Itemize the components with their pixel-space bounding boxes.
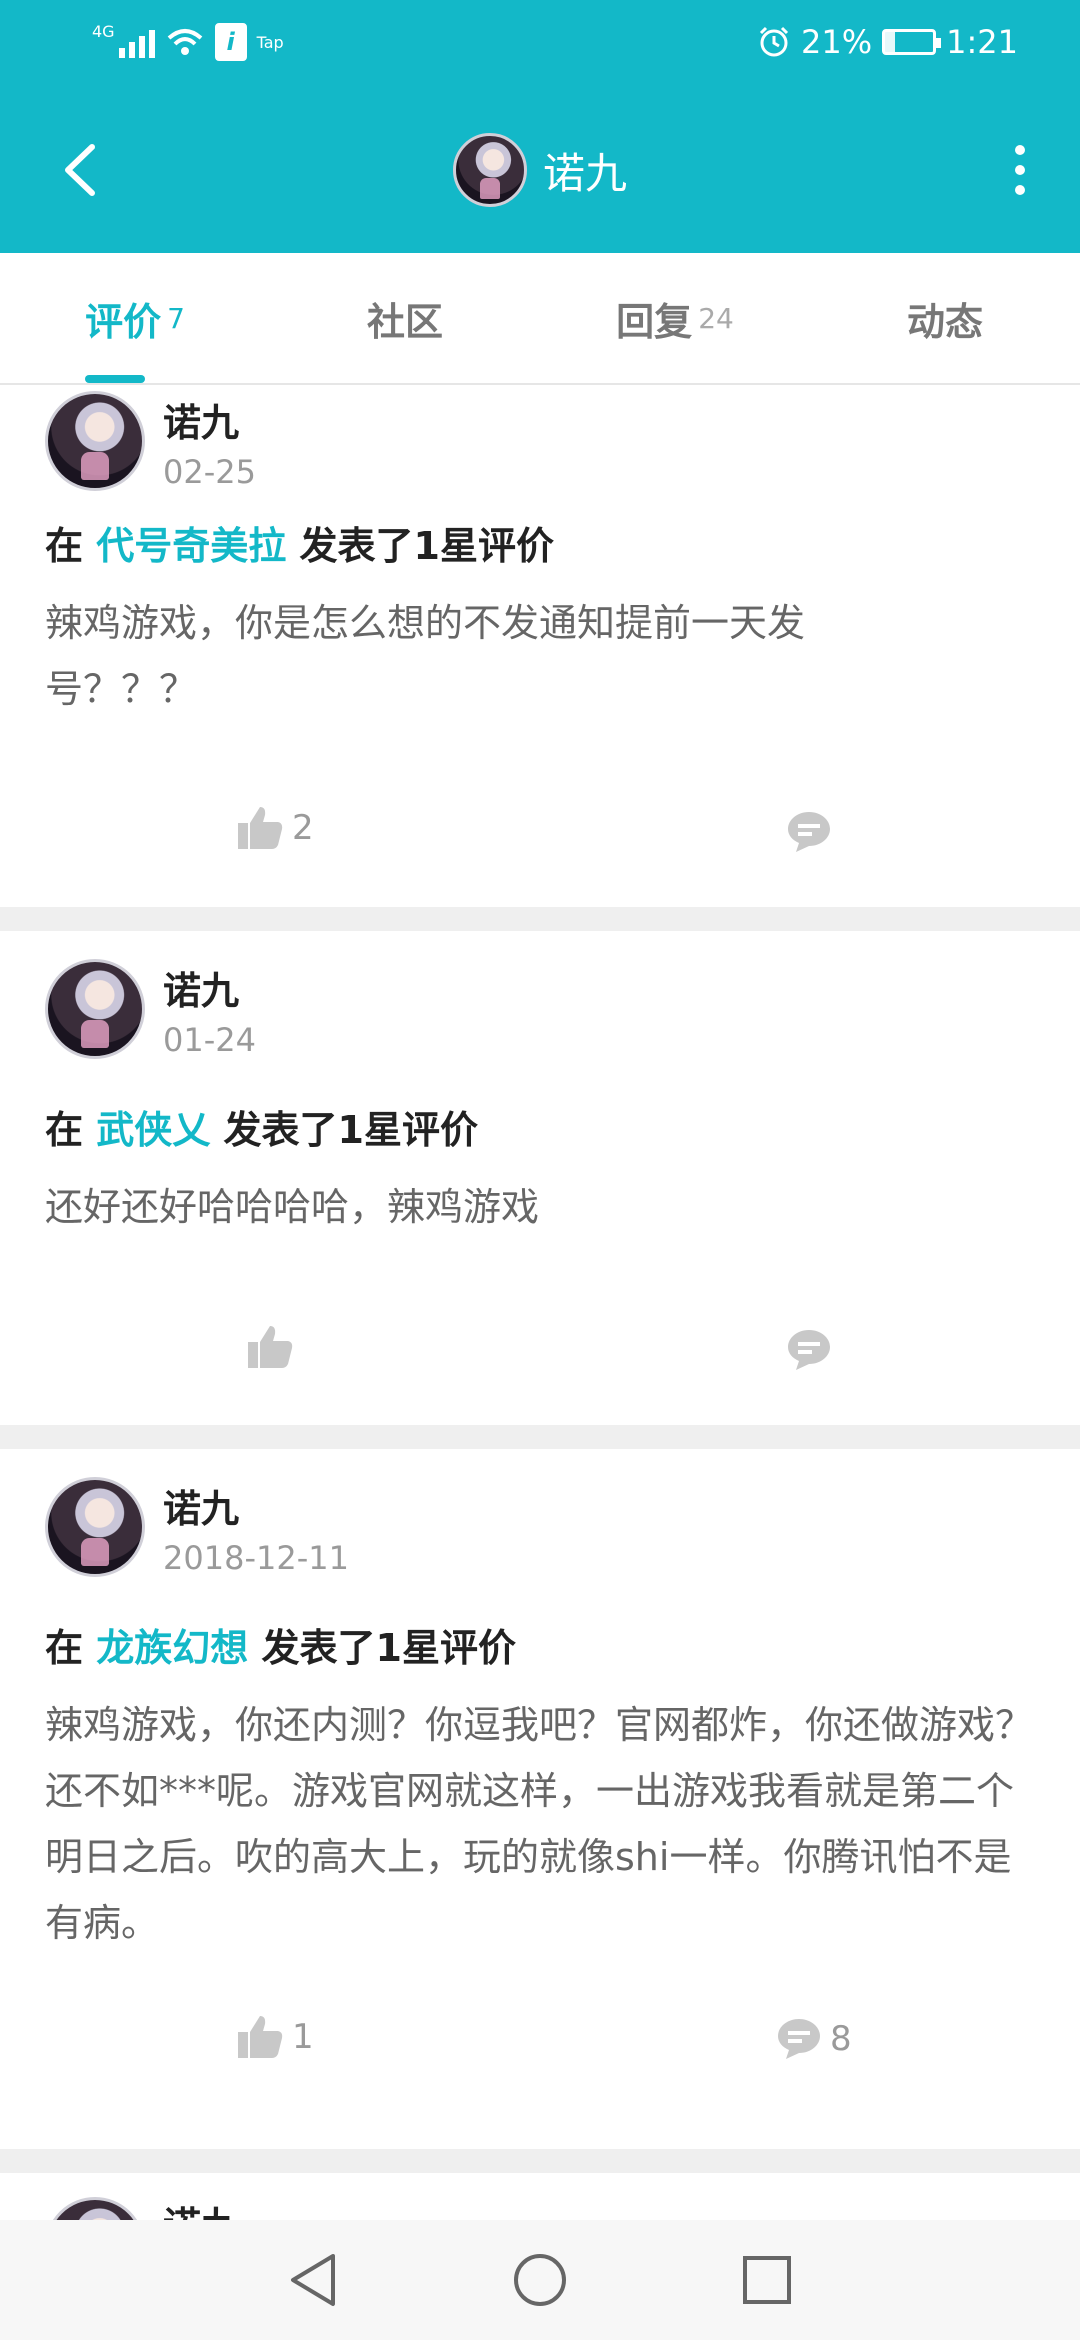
headline-suffix: 发表了1星评价 bbox=[299, 524, 554, 568]
headline-prefix: 在 bbox=[45, 1108, 84, 1152]
card-divider bbox=[0, 2149, 1080, 2173]
card-divider bbox=[0, 1425, 1080, 1449]
user-meta: 诺九 02-25 bbox=[163, 392, 256, 491]
user-avatar[interactable] bbox=[45, 391, 145, 491]
tab-label: 回复 bbox=[616, 299, 693, 344]
tab-count: 7 bbox=[167, 301, 185, 335]
comment-bubble-icon bbox=[788, 812, 830, 852]
square-recent-icon[interactable] bbox=[739, 2252, 795, 2308]
user-meta: 诺九 2018-12-11 bbox=[163, 1478, 349, 1577]
like-button[interactable]: 2 bbox=[236, 805, 314, 851]
thumbs-up-icon bbox=[238, 2016, 283, 2058]
review-user: 诺九 02-25 bbox=[45, 391, 256, 491]
user-meta: 诺九 01-24 bbox=[163, 960, 256, 1059]
review-date: 2018-12-11 bbox=[163, 1538, 349, 1577]
review-headline: 在 武侠乂 发表了1星评价 bbox=[45, 1099, 478, 1154]
signal-icon bbox=[118, 26, 155, 58]
like-button[interactable]: 1 bbox=[236, 2014, 314, 2060]
headline-suffix: 发表了1星评价 bbox=[261, 1626, 516, 1670]
user-name[interactable]: 诺九 bbox=[163, 960, 256, 1015]
review-headline: 在 代号奇美拉 发表了1星评价 bbox=[45, 515, 554, 570]
triangle-back-icon[interactable] bbox=[285, 2250, 341, 2310]
top-app-bar: 4G i Tap 21% 1:21 诺九 bbox=[0, 0, 1080, 253]
status-bar: 4G i Tap 21% 1:21 bbox=[0, 0, 1080, 80]
taptap-label: Tap bbox=[256, 32, 284, 52]
tab-community[interactable]: 社区 bbox=[270, 253, 540, 383]
review-card-partial[interactable]: 诺九 bbox=[0, 2173, 1080, 2220]
network-type: 4G bbox=[92, 22, 115, 41]
review-card[interactable]: 诺九 02-25 在 代号奇美拉 发表了1星评价 辣鸡游戏，你是怎么想的不发通知… bbox=[0, 385, 1080, 905]
like-button[interactable] bbox=[246, 1324, 294, 1370]
user-name[interactable]: 诺九 bbox=[163, 392, 256, 447]
header-title-group: 诺九 bbox=[0, 130, 1080, 210]
headline-prefix: 在 bbox=[45, 524, 84, 568]
comment-button[interactable] bbox=[786, 810, 832, 854]
review-card[interactable]: 诺九 2018-12-11 在 龙族幻想 发表了1星评价 辣鸡游戏，你还内测？你… bbox=[0, 1449, 1080, 2149]
comment-bubble-icon bbox=[788, 1330, 830, 1370]
user-avatar[interactable] bbox=[45, 959, 145, 1059]
app-notification-icon: i bbox=[214, 23, 247, 61]
more-options-button[interactable] bbox=[990, 130, 1050, 210]
review-content[interactable]: 辣鸡游戏，你是怎么想的不发通知提前一天发号？？？ bbox=[45, 590, 925, 722]
review-user: 诺九 01-24 bbox=[45, 959, 256, 1059]
review-date: 01-24 bbox=[163, 1020, 256, 1059]
user-avatar[interactable] bbox=[45, 2197, 145, 2220]
review-content[interactable]: 还好还好哈哈哈哈，辣鸡游戏 bbox=[45, 1174, 1045, 1240]
comment-button[interactable] bbox=[786, 1328, 832, 1372]
game-link[interactable]: 龙族幻想 bbox=[96, 1626, 248, 1670]
tab-replies[interactable]: 回复 24 bbox=[540, 253, 810, 383]
more-vertical-icon bbox=[1015, 145, 1025, 155]
profile-tabs: 评价 7 社区 回复 24 动态 bbox=[0, 253, 1080, 385]
user-name[interactable]: 诺九 bbox=[163, 2195, 239, 2221]
tab-count: 24 bbox=[698, 301, 734, 335]
game-link[interactable]: 代号奇美拉 bbox=[96, 524, 286, 568]
thumbs-up-icon bbox=[248, 1326, 293, 1368]
profile-header: 诺九 bbox=[0, 100, 1080, 240]
tab-label: 动态 bbox=[906, 299, 983, 344]
comment-button[interactable]: 8 bbox=[776, 2017, 852, 2061]
thumbs-up-icon bbox=[238, 807, 283, 849]
more-dot bbox=[1015, 165, 1025, 175]
game-link[interactable]: 武侠乂 bbox=[96, 1108, 210, 1152]
clock: 1:21 bbox=[946, 23, 1018, 61]
review-user: 诺九 2018-12-11 bbox=[45, 1477, 349, 1577]
comment-bubble-icon bbox=[778, 2019, 820, 2059]
battery-percent: 21% bbox=[801, 23, 873, 61]
review-card[interactable]: 诺九 01-24 在 武侠乂 发表了1星评价 还好还好哈哈哈哈，辣鸡游戏 bbox=[0, 931, 1080, 1401]
system-nav-bar bbox=[0, 2220, 1080, 2340]
tab-reviews[interactable]: 评价 7 bbox=[0, 253, 270, 383]
tab-label: 社区 bbox=[366, 299, 443, 344]
alarm-icon bbox=[759, 26, 789, 57]
like-count: 1 bbox=[292, 2017, 314, 2057]
header-avatar[interactable] bbox=[452, 133, 527, 207]
status-left: 4G i Tap bbox=[92, 20, 284, 64]
wifi-icon bbox=[167, 29, 202, 55]
battery-fill bbox=[885, 32, 896, 52]
page-title: 诺九 bbox=[542, 148, 627, 198]
comment-count: 8 bbox=[830, 2019, 852, 2059]
status-right: 21% 1:21 bbox=[757, 20, 1018, 64]
headline-suffix: 发表了1星评价 bbox=[223, 1108, 478, 1152]
user-avatar[interactable] bbox=[45, 1477, 145, 1577]
review-feed[interactable]: 诺九 02-25 在 代号奇美拉 发表了1星评价 辣鸡游戏，你是怎么想的不发通知… bbox=[0, 385, 1080, 2220]
user-name[interactable]: 诺九 bbox=[163, 1478, 349, 1533]
tab-activity[interactable]: 动态 bbox=[810, 253, 1080, 383]
headline-prefix: 在 bbox=[45, 1626, 84, 1670]
review-headline: 在 龙族幻想 发表了1星评价 bbox=[45, 1617, 516, 1672]
review-content[interactable]: 辣鸡游戏，你还内测？你逗我吧？官网都炸，你还做游戏？还不如***呢。游戏官网就这… bbox=[45, 1692, 1045, 1956]
review-date: 02-25 bbox=[163, 452, 256, 491]
battery-icon bbox=[882, 29, 942, 55]
card-divider bbox=[0, 907, 1080, 931]
circle-home-icon[interactable] bbox=[510, 2250, 570, 2310]
like-count: 2 bbox=[292, 808, 314, 848]
tab-label: 评价 bbox=[85, 299, 162, 344]
review-user: 诺九 bbox=[45, 2197, 239, 2220]
more-dot bbox=[1015, 185, 1025, 195]
